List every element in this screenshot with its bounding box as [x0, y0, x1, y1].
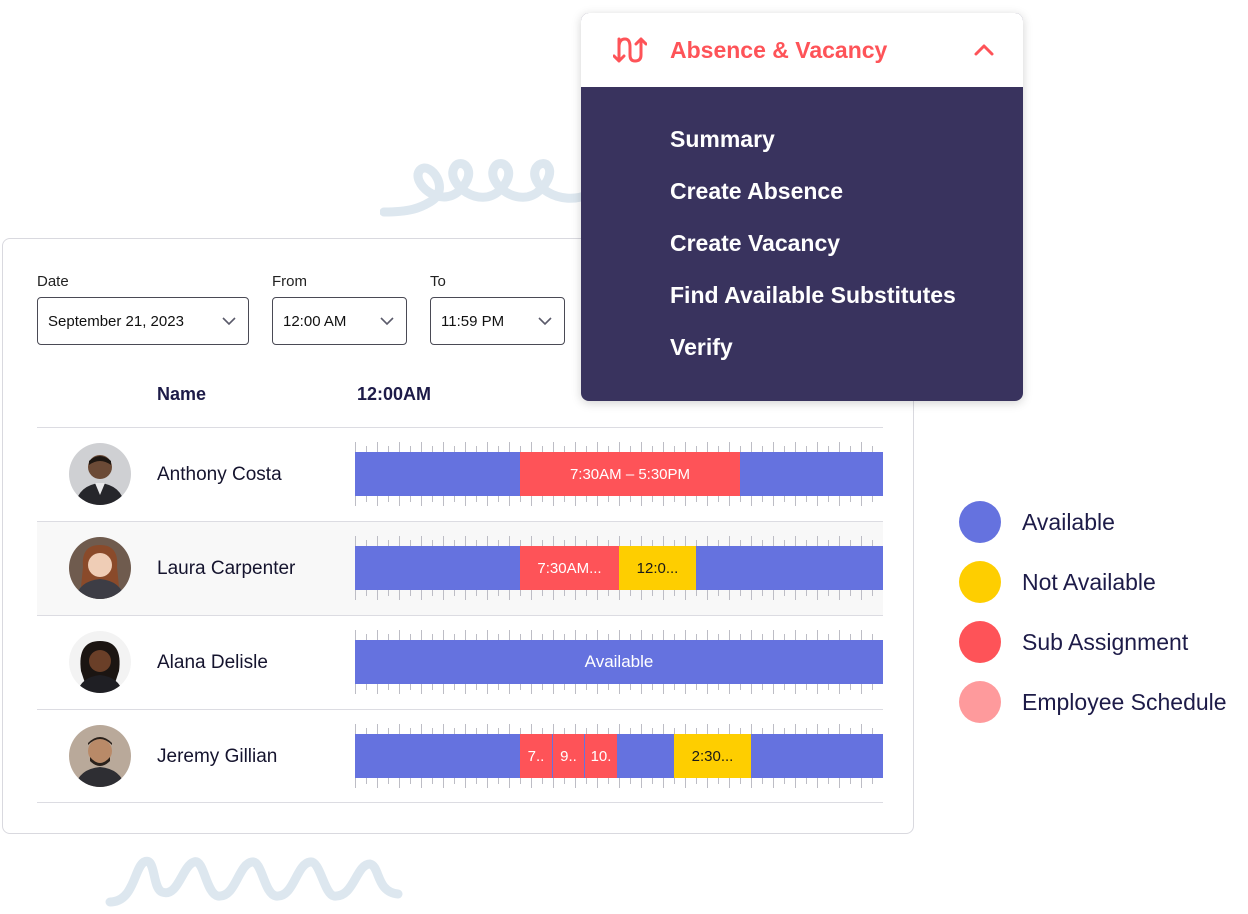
menu-item-create-absence[interactable]: Create Absence — [670, 178, 843, 205]
person-name: Anthony Costa — [157, 464, 282, 485]
table-row[interactable]: Alana Delisle Available — [37, 615, 883, 709]
available-label: Available — [584, 652, 654, 671]
availability-bar[interactable]: 7:30AM – 5:30PM — [355, 452, 883, 496]
tick-marks — [355, 684, 873, 694]
chevron-down-icon — [380, 317, 394, 326]
decorative-squiggle-bottom — [105, 856, 403, 907]
legend-label-not-available: Not Available — [1022, 569, 1156, 595]
menu-item-create-vacancy[interactable]: Create Vacancy — [670, 230, 840, 257]
to-value: 11:59 PM — [441, 312, 505, 330]
legend-swatch-available — [959, 501, 1001, 543]
menu-item-verify[interactable]: Verify — [670, 334, 733, 361]
date-label: Date — [37, 273, 69, 290]
legend-label-available: Available — [1022, 509, 1115, 535]
sub-assignment-segment[interactable]: 7.. — [520, 734, 552, 778]
tick-marks — [355, 536, 873, 546]
avatar — [69, 537, 131, 599]
avatar — [69, 443, 131, 505]
availability-bar[interactable]: 7:30AM... 12:0... — [355, 546, 883, 590]
menu-item-find-substitutes[interactable]: Find Available Substitutes — [670, 282, 956, 309]
sub-assignment-segment[interactable]: 10. — [585, 734, 617, 778]
tick-marks — [355, 630, 873, 640]
schedule-track[interactable]: 7:30AM... 12:0... — [355, 536, 883, 600]
from-value: 12:00 AM — [283, 312, 347, 330]
from-label: From — [272, 273, 307, 290]
availability-bar[interactable]: Available — [355, 640, 883, 684]
legend-swatch-sub-assignment — [959, 621, 1001, 663]
to-select[interactable]: 11:59 PM — [430, 297, 565, 345]
tick-marks — [355, 590, 873, 600]
from-select[interactable]: 12:00 AM — [272, 297, 407, 345]
chevron-down-icon — [222, 317, 236, 326]
chevron-up-icon[interactable] — [973, 41, 995, 57]
sub-assignment-segment[interactable]: 9.. — [553, 734, 584, 778]
tick-marks — [355, 778, 873, 788]
not-available-segment[interactable]: 12:0... — [619, 546, 696, 590]
menu-item-summary[interactable]: Summary — [670, 126, 775, 153]
decorative-squiggle-top — [380, 159, 595, 217]
tick-marks — [355, 442, 873, 452]
table-row[interactable]: Anthony Costa 7:30AM – 5:30PM — [37, 427, 883, 521]
name-column-header: Name — [157, 384, 207, 404]
sub-assignment-segment[interactable]: 7:30AM... — [520, 546, 619, 590]
schedule-track[interactable]: 7.. 9.. 10. 2:30... — [355, 724, 883, 788]
person-name: Laura Carpenter — [157, 558, 296, 579]
schedule-track[interactable]: 7:30AM – 5:30PM — [355, 442, 883, 506]
menu-header[interactable]: Absence & Vacancy — [581, 13, 1023, 87]
legend-swatch-employee-schedule — [959, 681, 1001, 723]
tick-marks — [355, 496, 873, 506]
not-available-segment[interactable]: 2:30... — [674, 734, 751, 778]
legend-swatch-not-available — [959, 561, 1001, 603]
legend-label-employee-schedule: Employee Schedule — [1022, 689, 1227, 715]
table-row[interactable]: Jeremy Gillian 7.. 9.. 10. 2:30... — [37, 709, 883, 803]
schedule-track[interactable]: Available — [355, 630, 883, 694]
table-row[interactable]: Laura Carpenter 7:30AM... 12:0... — [37, 521, 883, 615]
person-name: Alana Delisle — [157, 652, 268, 673]
absence-vacancy-menu: Absence & Vacancy Summary Create Absence… — [581, 13, 1023, 401]
date-value: September 21, 2023 — [48, 312, 184, 330]
avatar — [69, 725, 131, 787]
sub-assignment-segment[interactable]: 7:30AM – 5:30PM — [520, 452, 740, 496]
avatar — [69, 631, 131, 693]
menu-title: Absence & Vacancy — [670, 37, 888, 63]
availability-bar[interactable]: 7.. 9.. 10. 2:30... — [355, 734, 883, 778]
date-select[interactable]: September 21, 2023 — [37, 297, 249, 345]
to-label: To — [430, 273, 446, 290]
person-name: Jeremy Gillian — [157, 746, 278, 767]
legend-label-sub-assignment: Sub Assignment — [1022, 629, 1189, 655]
tick-marks — [355, 724, 873, 734]
time-column-header: 12:00AM — [357, 384, 432, 404]
chevron-down-icon — [538, 317, 552, 326]
swap-arrows-icon — [613, 37, 647, 63]
